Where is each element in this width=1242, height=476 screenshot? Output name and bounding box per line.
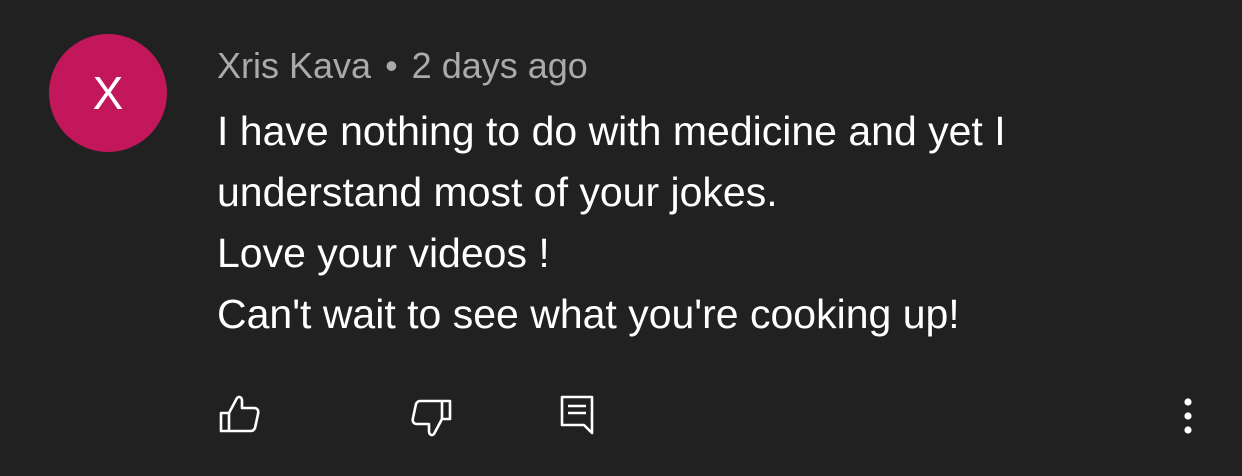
comment-meta: Xris Kava • 2 days ago [217, 44, 588, 88]
comment-reply-icon [560, 395, 594, 435]
comment-body-line: I have nothing to do with medicine and y… [217, 108, 1006, 154]
reply-button[interactable] [551, 391, 603, 439]
comment-body-line: Can't wait to see what you're cooking up… [217, 291, 960, 337]
comment-item: X Xris Kava • 2 days ago I have nothing … [0, 0, 1242, 476]
comment-body-line: Love your videos ! [217, 230, 550, 276]
dislike-button[interactable] [403, 394, 459, 442]
author-name[interactable]: Xris Kava [217, 45, 371, 87]
more-options-button[interactable] [1168, 392, 1208, 440]
comment-timestamp[interactable]: 2 days ago [412, 45, 588, 87]
like-button[interactable] [212, 390, 268, 438]
avatar[interactable]: X [49, 34, 167, 152]
thumbs-down-icon [411, 399, 452, 437]
more-vertical-icon [1184, 398, 1192, 434]
thumbs-up-icon [219, 395, 260, 433]
meta-separator: • [385, 45, 398, 86]
comment-body-line: understand most of your jokes. [217, 169, 778, 215]
avatar-letter: X [92, 67, 124, 119]
comment-body: I have nothing to do with medicine and y… [217, 101, 1217, 345]
